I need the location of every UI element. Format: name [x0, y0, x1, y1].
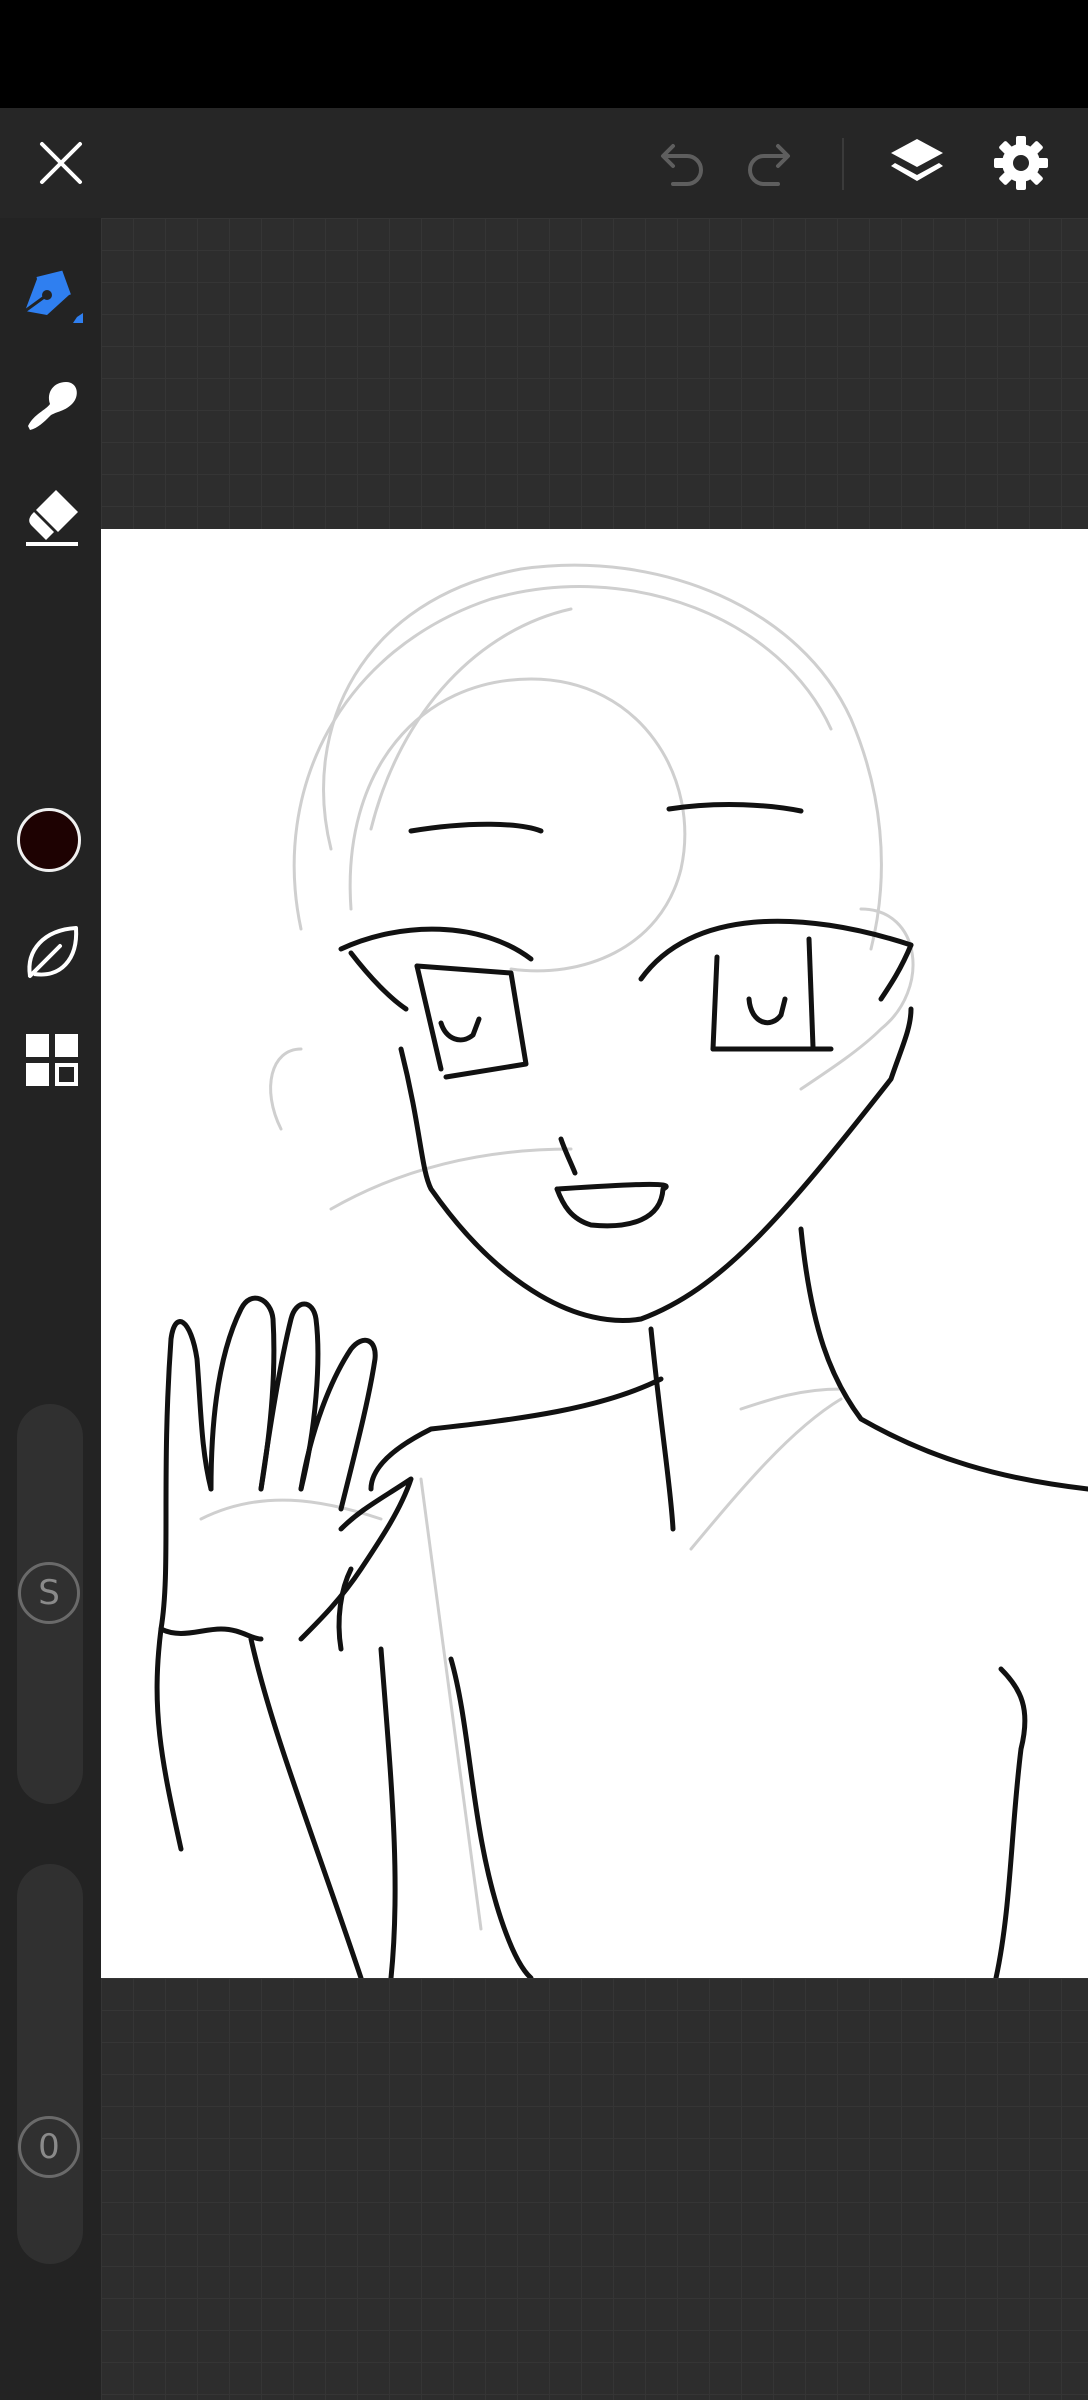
- settings-button[interactable]: [986, 130, 1056, 196]
- color-swatch[interactable]: [17, 808, 81, 872]
- pen-icon: [24, 270, 83, 323]
- undo-button[interactable]: [646, 130, 712, 196]
- drawing-canvas[interactable]: [101, 529, 1088, 1978]
- top-toolbar: [0, 108, 1088, 218]
- smudge-tool-button[interactable]: [14, 368, 90, 444]
- toolbar-divider: [842, 138, 844, 190]
- grid-icon: [26, 1034, 78, 1086]
- pen-tool-button[interactable]: [14, 258, 90, 334]
- opacity-label: 0: [38, 2127, 60, 2167]
- smudge-icon: [28, 382, 77, 430]
- brush-size-badge[interactable]: S: [18, 1562, 80, 1624]
- brush-size-label: S: [38, 1573, 60, 1613]
- opacity-slider[interactable]: [17, 1864, 83, 2264]
- eraser-icon: [26, 490, 78, 546]
- undo-icon: [661, 144, 703, 186]
- opacity-badge[interactable]: 0: [18, 2116, 80, 2178]
- eraser-tool-button[interactable]: [14, 478, 90, 554]
- gear-icon: [994, 136, 1048, 190]
- redo-button[interactable]: [739, 130, 805, 196]
- tool-sidebar: S 0: [0, 218, 101, 2400]
- status-bar: [0, 0, 1088, 108]
- sketch-drawing: [154, 563, 1088, 1978]
- leaf-icon: [27, 926, 79, 978]
- layers-button[interactable]: [882, 130, 952, 196]
- redo-icon: [748, 144, 790, 186]
- brush-library-button[interactable]: [14, 914, 90, 990]
- close-icon: [40, 142, 82, 184]
- layers-icon: [891, 139, 943, 181]
- grid-menu-button[interactable]: [14, 1022, 90, 1098]
- close-button[interactable]: [28, 130, 94, 196]
